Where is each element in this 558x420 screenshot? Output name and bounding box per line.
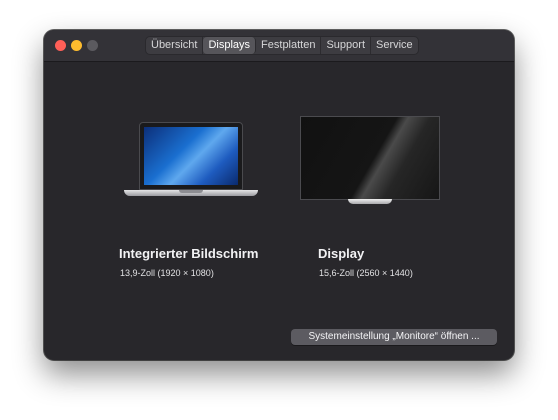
tab-service[interactable]: Service xyxy=(371,37,418,54)
tab-displays[interactable]: Displays xyxy=(203,37,257,54)
laptop-screen xyxy=(144,127,238,185)
tab-bar: Übersicht Displays Festplatten Support S… xyxy=(145,36,419,55)
tab-overview[interactable]: Übersicht xyxy=(146,37,204,54)
minimize-button[interactable] xyxy=(71,40,82,51)
laptop-icon xyxy=(124,122,258,204)
display-name-builtin: Integrierter Bildschirm xyxy=(119,246,259,261)
monitor-screen xyxy=(300,116,440,200)
zoom-button[interactable] xyxy=(87,40,98,51)
laptop-lid xyxy=(139,122,243,190)
monitor-icon xyxy=(300,116,440,204)
display-spec-external: 15,6-Zoll (2560 × 1440) xyxy=(319,268,413,278)
tab-storage[interactable]: Festplatten xyxy=(256,37,322,54)
display-spec-builtin: 13,9-Zoll (1920 × 1080) xyxy=(120,268,214,278)
laptop-notch xyxy=(179,190,203,193)
display-name-external: Display xyxy=(318,246,365,261)
title-bar: Übersicht Displays Festplatten Support S… xyxy=(44,30,514,62)
monitor-stand xyxy=(348,199,392,204)
tab-support[interactable]: Support xyxy=(321,37,371,54)
close-button[interactable] xyxy=(55,40,66,51)
open-display-settings-button[interactable]: Systemeinstellung „Monitore“ öffnen ... xyxy=(291,329,497,345)
about-this-mac-window: Übersicht Displays Festplatten Support S… xyxy=(44,30,514,360)
